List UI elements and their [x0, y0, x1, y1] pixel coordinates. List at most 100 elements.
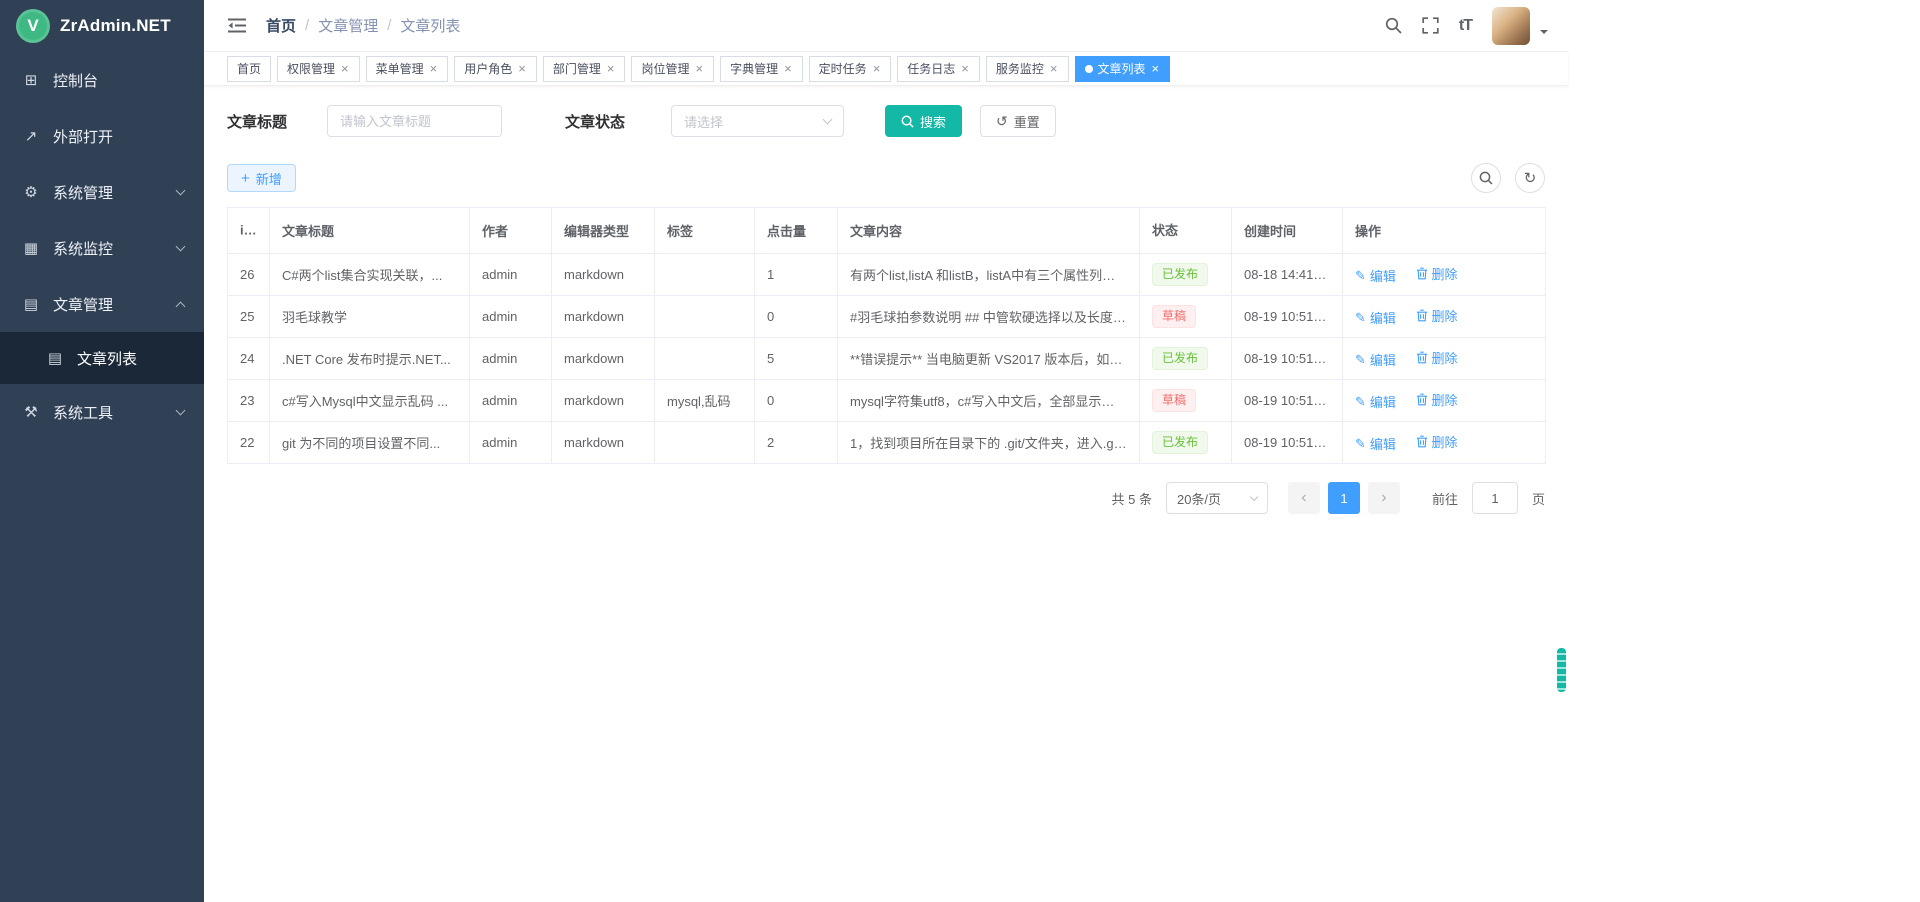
edit-link[interactable]: ✎编辑 [1355, 308, 1396, 327]
table-row-23[interactable]: 23 c#写入Mysql中文显示乱码 ... admin markdown my… [228, 380, 1546, 422]
jump-suffix: 页 [1532, 489, 1545, 508]
column-header-status[interactable]: 状态 [1140, 208, 1232, 254]
chevron-up-icon [176, 301, 186, 311]
cell-content: **错误提示** 当电脑更新 VS2017 版本后，如果... [838, 338, 1140, 380]
edit-link[interactable]: ✎编辑 [1355, 434, 1396, 453]
cell-title: 羽毛球教学 [270, 296, 470, 338]
add-button[interactable]: + 新增 [227, 164, 296, 192]
status-filter-select[interactable]: 请选择 [671, 105, 844, 137]
status-badge: 草稿 [1152, 305, 1196, 328]
tab-department[interactable]: 部门管理 × [543, 56, 626, 82]
column-label: id [240, 222, 257, 237]
sort-icon[interactable] [1184, 223, 1192, 241]
breadcrumb-home[interactable]: 首页 [266, 15, 296, 36]
edit-link[interactable]: ✎编辑 [1355, 266, 1396, 285]
tab-label: 任务日志 [907, 60, 955, 77]
sidebar-item-system-monitor[interactable]: ▦ 系统监控 [0, 220, 204, 276]
edit-icon: ✎ [1355, 311, 1366, 324]
edit-link[interactable]: ✎编辑 [1355, 350, 1396, 369]
column-header-id[interactable]: id [228, 208, 270, 254]
avatar[interactable] [1492, 7, 1530, 45]
font-size-icon[interactable]: tT [1459, 17, 1472, 35]
tab-article-list[interactable]: 文章列表 × [1075, 56, 1171, 82]
sidebar-item-external-open[interactable]: ↗ 外部打开 [0, 108, 204, 164]
tab-scheduled-task[interactable]: 定时任务 × [809, 56, 892, 82]
sort-icon[interactable] [258, 222, 266, 240]
cell-title: c#写入Mysql中文显示乱码 ... [270, 380, 470, 422]
tab-user-role[interactable]: 用户角色 × [454, 56, 537, 82]
close-icon[interactable]: × [340, 62, 350, 75]
close-icon[interactable]: × [960, 62, 970, 75]
status-badge: 已发布 [1152, 263, 1208, 286]
prev-page-button[interactable]: ‹ [1288, 482, 1320, 514]
close-icon[interactable]: × [517, 62, 527, 75]
jump-page-input[interactable] [1472, 482, 1518, 514]
close-icon[interactable]: × [783, 62, 793, 75]
sidebar-item-system-tools[interactable]: ⚒ 系统工具 [0, 384, 204, 440]
articles-table: id 文章标题 作者 编辑器类型 标签 点击量 文章内容 状态 创建时间 操作 [227, 207, 1546, 464]
sidebar-item-article-management[interactable]: ▤ 文章管理 [0, 276, 204, 332]
cell-author: admin [470, 338, 552, 380]
tags-view-bar: 首页 权限管理 × 菜单管理 × 用户角色 × 部门管理 × 岗位管理 × 字典… [204, 52, 1568, 86]
scrollbar-thumb[interactable] [1557, 648, 1566, 692]
delete-link[interactable]: 删除 [1416, 390, 1458, 409]
next-page-button[interactable]: › [1368, 482, 1400, 514]
cell-id: 23 [228, 380, 270, 422]
edit-icon: ✎ [1355, 353, 1366, 366]
search-button[interactable]: 搜索 [885, 105, 962, 137]
plus-icon: + [241, 171, 250, 186]
delete-link[interactable]: 删除 [1416, 264, 1458, 283]
close-icon[interactable]: × [1049, 62, 1059, 75]
close-icon[interactable]: × [694, 62, 704, 75]
close-icon[interactable]: × [872, 62, 882, 75]
trash-icon [1416, 267, 1428, 280]
tab-menu-management[interactable]: 菜单管理 × [366, 56, 449, 82]
chevron-down-icon[interactable] [1540, 30, 1548, 38]
refresh-icon: ↻ [1524, 169, 1537, 187]
status-filter-label: 文章状态 [565, 111, 625, 132]
logo-icon: V [16, 9, 50, 43]
close-icon[interactable]: × [429, 62, 439, 75]
title-filter-input[interactable] [327, 105, 502, 137]
column-label: 标签 [667, 224, 693, 239]
close-icon[interactable]: × [606, 62, 616, 75]
cell-content: mysql字符集utf8，c#写入中文后，全部显示成? ... [838, 380, 1140, 422]
page-number-button[interactable]: 1 [1328, 482, 1360, 514]
table-row-22[interactable]: 22 git 为不同的项目设置不同... admin markdown 2 1，… [228, 422, 1546, 464]
delete-link[interactable]: 删除 [1416, 348, 1458, 367]
edit-link[interactable]: ✎编辑 [1355, 392, 1396, 411]
breadcrumb-section: 文章管理 [318, 15, 378, 36]
table-row-26[interactable]: 26 C#两个list集合实现关联，... admin markdown 1 有… [228, 254, 1546, 296]
tab-dictionary[interactable]: 字典管理 × [720, 56, 803, 82]
table-row-24[interactable]: 24 .NET Core 发布时提示.NET... admin markdown… [228, 338, 1546, 380]
cell-author: admin [470, 296, 552, 338]
app-logo[interactable]: V ZrAdmin.NET [0, 0, 204, 52]
tab-permission[interactable]: 权限管理 × [277, 56, 360, 82]
tab-post[interactable]: 岗位管理 × [631, 56, 714, 82]
search-toggle-button[interactable] [1471, 163, 1501, 193]
column-header-content: 文章内容 [838, 208, 1140, 254]
cell-id: 25 [228, 296, 270, 338]
fullscreen-icon[interactable] [1422, 17, 1439, 34]
search-icon[interactable] [1385, 17, 1402, 34]
tab-label: 服务监控 [996, 60, 1044, 77]
header-actions: tT [1385, 7, 1548, 45]
top-header: 首页 / 文章管理 / 文章列表 tT [204, 0, 1568, 52]
tab-home[interactable]: 首页 [227, 56, 271, 82]
reset-button[interactable]: ↺ 重置 [980, 105, 1056, 137]
page-size-select[interactable]: 20条/页 [1166, 482, 1268, 514]
sidebar-item-article-list[interactable]: ▤ 文章列表 [0, 332, 204, 384]
gear-icon: ⚙ [22, 183, 40, 201]
tab-server-monitor[interactable]: 服务监控 × [986, 56, 1069, 82]
sidebar-item-dashboard[interactable]: ⊞ 控制台 [0, 52, 204, 108]
delete-link[interactable]: 删除 [1416, 306, 1458, 325]
delete-label: 删除 [1432, 432, 1458, 451]
table-row-25[interactable]: 25 羽毛球教学 admin markdown 0 #羽毛球拍参数说明 ## 中… [228, 296, 1546, 338]
sidebar-item-system-management[interactable]: ⚙ 系统管理 [0, 164, 204, 220]
sidebar-fold-icon[interactable] [228, 18, 246, 33]
delete-link[interactable]: 删除 [1416, 432, 1458, 451]
close-icon[interactable]: × [1151, 62, 1161, 75]
tab-task-log[interactable]: 任务日志 × [897, 56, 980, 82]
search-form: 文章标题 文章状态 请选择 搜索 ↺ 重置 [227, 105, 1545, 137]
refresh-button[interactable]: ↻ [1515, 163, 1545, 193]
